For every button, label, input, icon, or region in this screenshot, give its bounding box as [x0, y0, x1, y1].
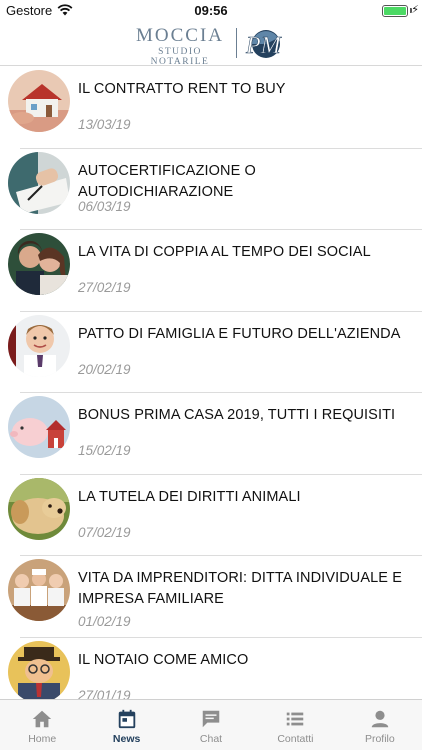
status-bar: Gestore 09:56 ⚡ [0, 0, 422, 22]
news-thumbnail [8, 559, 70, 621]
notary-figurine-photo-icon [8, 640, 70, 699]
dog-photo-icon [8, 477, 70, 540]
list-icon [287, 712, 304, 726]
signing-document-photo-icon [8, 151, 70, 214]
couple-photo-icon [8, 233, 70, 295]
tab-contatti[interactable]: Contatti [253, 700, 337, 750]
tab-bar: Home News Chat Contatti Profilo [0, 699, 422, 750]
tab-label: Chat [199, 733, 223, 745]
news-list[interactable]: IL CONTRATTO RENT TO BUY 13/03/19 AUTOCE… [0, 67, 422, 699]
news-thumbnail [8, 477, 70, 540]
bakery-family-photo-icon [8, 559, 70, 621]
news-date: 01/02/19 [78, 614, 131, 629]
news-thumbnail [8, 314, 70, 377]
logo-separator [236, 28, 237, 58]
news-title: VITA DA IMPRENDITORI: DITTA INDIVIDUALE … [78, 570, 402, 607]
tab-label: Profilo [364, 733, 395, 745]
news-date: 27/02/19 [78, 280, 131, 295]
news-thumbnail [8, 640, 70, 699]
user-icon [371, 710, 389, 728]
news-title: LA VITA DI COPPIA AL TEMPO DEI SOCIAL [78, 244, 371, 260]
logo-subtitle: STUDIO NOTARILE [150, 47, 210, 67]
status-time: 09:56 [194, 3, 228, 18]
app-header: MOCCIA STUDIO NOTARILE PM [0, 22, 422, 67]
svg-text:PM: PM [245, 33, 283, 59]
news-item[interactable]: AUTOCERTIFICAZIONE O AUTODICHIARAZIONE 0… [0, 149, 422, 230]
news-date: 06/03/19 [78, 198, 131, 214]
news-title: IL NOTAIO COME AMICO [78, 651, 249, 668]
news-item[interactable]: LA VITA DI COPPIA AL TEMPO DEI SOCIAL 27… [0, 230, 422, 312]
news-title: IL CONTRATTO RENT TO BUY [78, 81, 286, 97]
news-item[interactable]: LA TUTELA DEI DIRITTI ANIMALI 07/02/19 [0, 475, 422, 556]
tab-label: Contatti [277, 733, 314, 745]
news-thumbnail [8, 396, 70, 458]
news-date: 13/03/19 [78, 117, 131, 132]
piggy-bank-house-photo-icon [8, 396, 70, 458]
news-title: BONUS PRIMA CASA 2019, TUTTI I REQUISITI [78, 407, 396, 423]
home-icon [33, 710, 52, 728]
news-thumbnail [8, 233, 70, 295]
logo: MOCCIA STUDIO NOTARILE PM [128, 24, 298, 67]
news-title: PATTO DI FAMIGLIA E FUTURO DELL'AZIENDA [78, 325, 401, 342]
tab-label: Home [28, 733, 57, 745]
news-item[interactable]: PATTO DI FAMIGLIA E FUTURO DELL'AZIENDA … [0, 312, 422, 393]
news-date: 15/02/19 [78, 443, 131, 458]
news-date: 20/02/19 [78, 361, 131, 377]
logo-mark-icon: PM [245, 30, 283, 59]
tab-news[interactable]: News [84, 700, 168, 750]
house-keys-photo-icon [8, 70, 70, 132]
news-title: AUTOCERTIFICAZIONE O AUTODICHIARAZIONE [78, 162, 256, 200]
news-date: 07/02/19 [78, 524, 131, 540]
tab-home[interactable]: Home [0, 700, 84, 750]
tab-profilo[interactable]: Profilo [338, 700, 422, 750]
news-item[interactable]: VITA DA IMPRENDITORI: DITTA INDIVIDUALE … [0, 556, 422, 638]
news-item[interactable]: BONUS PRIMA CASA 2019, TUTTI I REQUISITI… [0, 393, 422, 475]
tab-chat[interactable]: Chat [169, 700, 253, 750]
news-item[interactable]: IL NOTAIO COME AMICO 27/01/19 [0, 638, 422, 700]
chat-icon [202, 710, 220, 728]
news-title: LA TUTELA DEI DIRITTI ANIMALI [78, 488, 301, 505]
charging-icon: ⚡ [411, 4, 419, 16]
news-thumbnail [8, 151, 70, 214]
news-date: 27/01/19 [78, 687, 131, 700]
calendar-icon [118, 709, 135, 729]
battery-icon [382, 5, 408, 17]
news-item[interactable]: IL CONTRATTO RENT TO BUY 13/03/19 [0, 67, 422, 149]
tab-label: News [112, 733, 141, 745]
logo-name: MOCCIA [135, 25, 224, 46]
child-photo-icon [8, 314, 70, 377]
news-thumbnail [8, 70, 70, 132]
